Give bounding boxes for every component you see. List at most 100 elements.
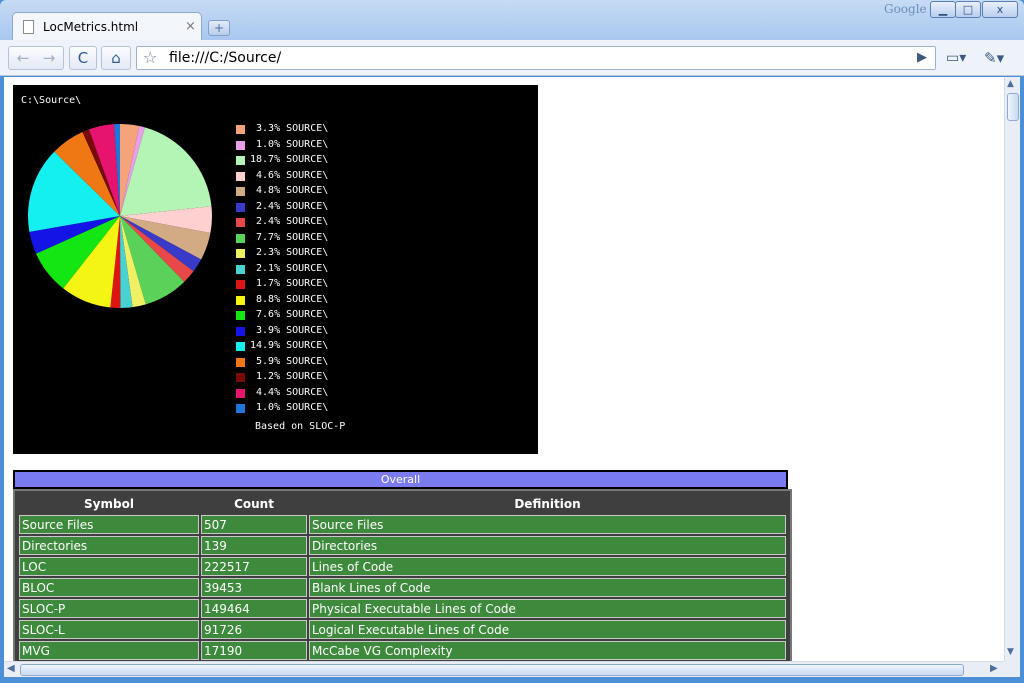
legend-swatch xyxy=(236,342,245,351)
legend-swatch xyxy=(236,125,245,134)
vertical-scroll-thumb[interactable] xyxy=(1007,93,1019,121)
home-button[interactable]: ⌂ xyxy=(101,46,131,70)
legend-label: 3.3% SOURCE\ xyxy=(250,123,329,134)
browser-brand: Google xyxy=(884,2,927,16)
legend-swatch xyxy=(236,249,245,258)
legend-swatch xyxy=(236,171,245,181)
legend-label: 1.0% SOURCE\ xyxy=(250,402,329,413)
forward-arrow-icon[interactable]: → xyxy=(36,47,62,69)
legend-swatch xyxy=(236,202,245,212)
tab-title: LocMetrics.html xyxy=(43,20,139,34)
cell-symbol: Source Files xyxy=(19,515,199,534)
legend-label: 14.9% SOURCE\ xyxy=(250,340,329,351)
cell-count: 139 xyxy=(201,536,307,555)
horizontal-scrollbar[interactable]: ◀ ▶ xyxy=(4,661,1004,677)
cell-symbol: SLOC-P xyxy=(19,599,199,618)
legend-label: 2.4% SOURCE\ xyxy=(250,200,329,212)
table-row: MVG 17190 McCabe VG Complexity xyxy=(19,641,786,660)
legend-swatch xyxy=(236,388,245,398)
legend-swatch xyxy=(236,373,245,382)
window-frame-bottom xyxy=(0,677,1024,683)
vertical-scrollbar[interactable]: ▲ ▼ xyxy=(1004,77,1020,661)
horizontal-scroll-thumb[interactable] xyxy=(20,664,964,676)
maximize-button[interactable]: □ xyxy=(955,1,981,18)
table-row: SLOC-P 149464 Physical Executable Lines … xyxy=(19,599,786,618)
scroll-up-icon[interactable]: ▲ xyxy=(1007,79,1014,89)
cell-definition: Source Files xyxy=(309,515,786,534)
reload-button[interactable]: C xyxy=(69,46,97,70)
cell-count: 507 xyxy=(201,515,307,534)
table-header-row: Symbol Count Definition xyxy=(19,495,786,513)
cell-symbol: SLOC-L xyxy=(19,620,199,639)
legend-label: 1.7% SOURCE\ xyxy=(250,278,329,289)
legend-label: 8.8% SOURCE\ xyxy=(250,293,329,305)
legend-swatch xyxy=(236,280,245,289)
url-text[interactable]: file:///C:/Source/ xyxy=(169,50,281,66)
table-row: BLOC 39453 Blank Lines of Code xyxy=(19,578,786,597)
tab-locmetrics[interactable]: LocMetrics.html × xyxy=(12,12,202,42)
legend-swatch xyxy=(236,311,245,320)
address-bar[interactable]: ☆ file:///C:/Source/ ▶ xyxy=(136,46,936,70)
new-tab-button[interactable]: + xyxy=(208,20,230,36)
cell-definition: Lines of Code xyxy=(309,557,786,576)
back-forward-buttons: ← → xyxy=(8,46,64,70)
legend-label: 7.6% SOURCE\ xyxy=(250,309,329,320)
page-icon xyxy=(23,20,34,34)
cell-count: 39453 xyxy=(201,578,307,597)
cell-count: 17190 xyxy=(201,641,307,660)
header-count: Count xyxy=(234,497,274,511)
browser-toolbar: ← → C ⌂ ☆ file:///C:/Source/ ▶ ▭▾ ✎▾ xyxy=(0,40,1024,76)
pie-chart-panel: C:\Source\ 3.3% SOURCE\ 1.0% SOURCE\ 18.7… xyxy=(13,85,538,454)
legend-swatch xyxy=(236,140,245,150)
legend-label: 5.9% SOURCE\ xyxy=(250,355,329,367)
cell-count: 222517 xyxy=(201,557,307,576)
legend-swatch xyxy=(236,404,245,413)
legend-label: 2.4% SOURCE\ xyxy=(250,216,329,227)
chart-footnote: Based on SLOC-P xyxy=(255,421,346,432)
go-icon[interactable]: ▶ xyxy=(917,50,927,65)
legend-swatch xyxy=(236,233,245,243)
cell-symbol: LOC xyxy=(19,557,199,576)
legend-label: 4.8% SOURCE\ xyxy=(250,185,329,196)
cell-definition: Directories xyxy=(309,536,786,555)
cell-symbol: Directories xyxy=(19,536,199,555)
header-symbol: Symbol xyxy=(84,497,134,511)
back-arrow-icon[interactable]: ← xyxy=(10,47,36,69)
table-row: Source Files 507 Source Files xyxy=(19,515,786,534)
minimize-button[interactable]: ▁ xyxy=(930,1,956,18)
pie-chart xyxy=(27,124,212,308)
page-content: C:\Source\ 3.3% SOURCE\ 1.0% SOURCE\ 18.7… xyxy=(4,77,1004,661)
legend-label: 7.7% SOURCE\ xyxy=(250,231,329,243)
chart-title: C:\Source\ xyxy=(21,95,82,106)
scroll-left-icon[interactable]: ◀ xyxy=(7,663,15,674)
scroll-down-icon[interactable]: ▼ xyxy=(1007,647,1014,657)
legend-label: 1.2% SOURCE\ xyxy=(250,371,329,382)
cell-count: 149464 xyxy=(201,599,307,618)
legend-swatch xyxy=(236,218,245,227)
legend-swatch xyxy=(236,326,245,336)
cell-definition: Physical Executable Lines of Code xyxy=(309,599,786,618)
legend-swatch xyxy=(236,295,245,305)
cell-symbol: MVG xyxy=(19,641,199,660)
legend-label: 2.1% SOURCE\ xyxy=(250,262,329,274)
header-definition: Definition xyxy=(514,497,581,511)
page-menu-icon[interactable]: ▭▾ xyxy=(946,50,966,66)
legend-label: 1.0% SOURCE\ xyxy=(250,138,329,150)
metrics-table: Symbol Count Definition Source Files 507… xyxy=(13,489,792,661)
legend-swatch xyxy=(236,357,245,367)
table-row: SLOC-L 91726 Logical Executable Lines of… xyxy=(19,620,786,639)
table-row: Directories 139 Directories xyxy=(19,536,786,555)
legend-label: 3.9% SOURCE\ xyxy=(250,324,329,336)
close-window-button[interactable]: x xyxy=(982,1,1018,18)
cell-definition: McCabe VG Complexity xyxy=(309,641,786,660)
table-row: LOC 222517 Lines of Code xyxy=(19,557,786,576)
bookmark-star-icon[interactable]: ☆ xyxy=(143,48,157,67)
legend-label: 2.3% SOURCE\ xyxy=(250,247,329,258)
legend-label: 4.6% SOURCE\ xyxy=(250,169,329,181)
wrench-menu-icon[interactable]: ✎▾ xyxy=(984,49,1004,67)
legend-swatch xyxy=(236,264,245,274)
close-icon[interactable]: × xyxy=(185,19,196,34)
scroll-right-icon[interactable]: ▶ xyxy=(990,663,998,674)
table-caption: Overall xyxy=(13,470,788,489)
legend-swatch xyxy=(236,187,245,196)
